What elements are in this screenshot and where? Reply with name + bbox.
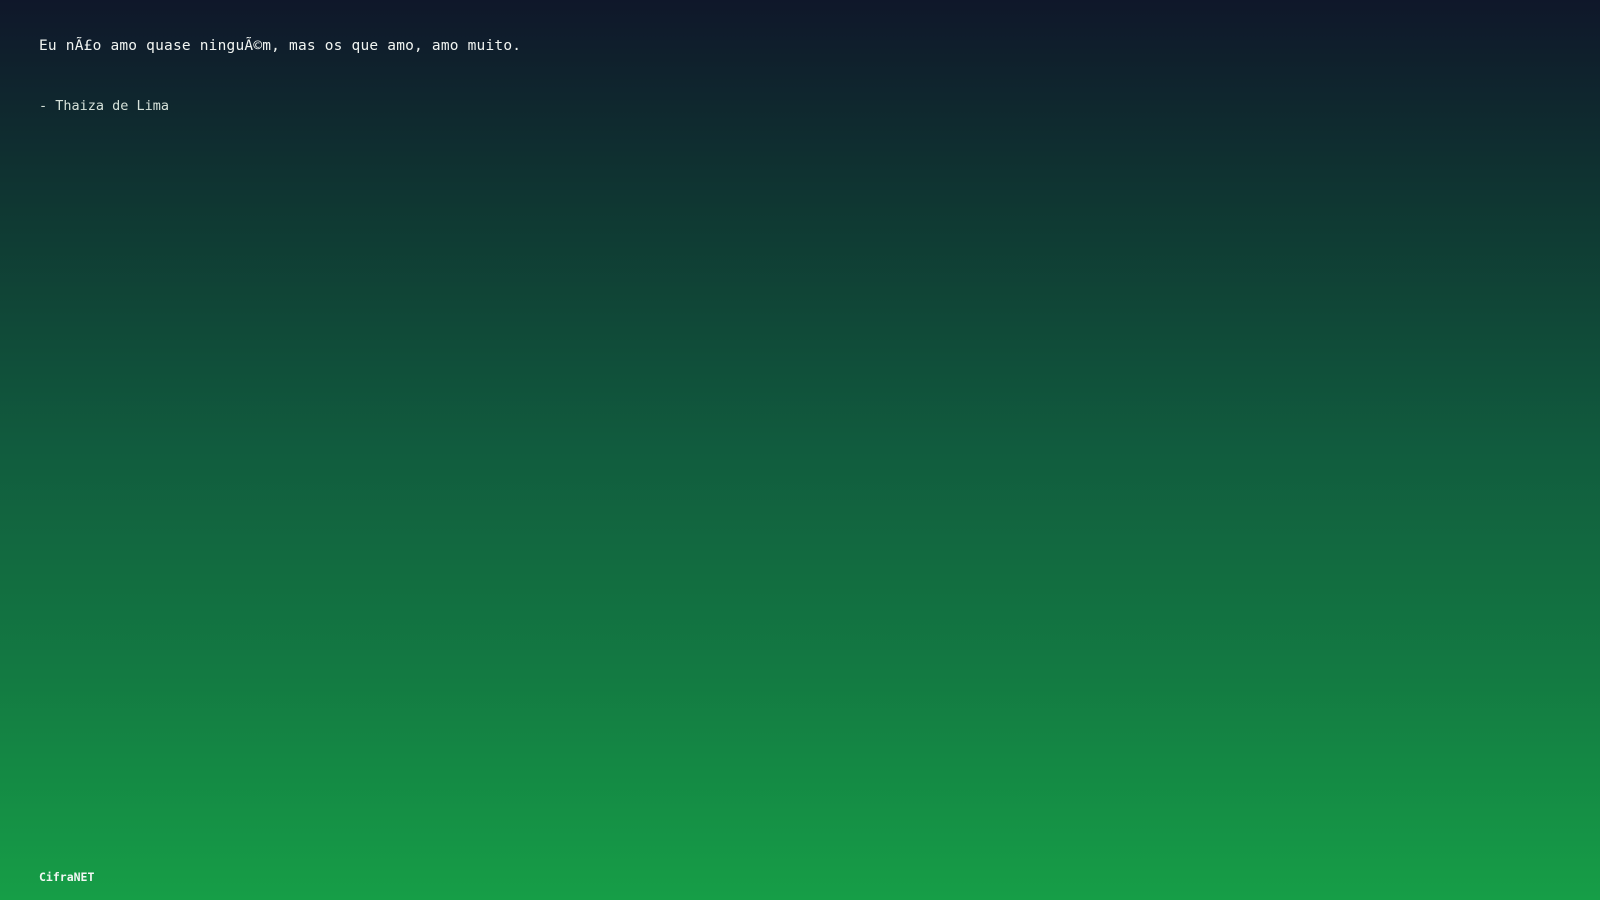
- quote-author: - Thaiza de Lima: [39, 98, 170, 114]
- brand-label: CifraNET: [39, 870, 95, 884]
- quote-text: Eu nÃ£o amo quase ninguÃ©m, mas os que a…: [39, 38, 522, 54]
